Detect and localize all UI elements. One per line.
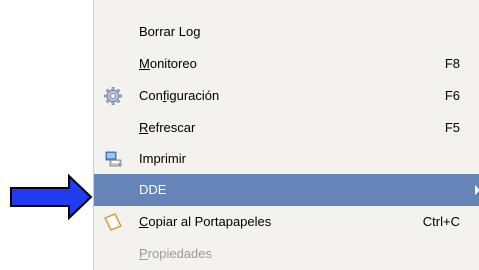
menu-item-configuracion[interactable]: Configuración F6 [94, 80, 479, 112]
menu-item-shortcut: F6 [444, 88, 460, 103]
gear-icon [104, 87, 122, 105]
printer-icon [105, 151, 122, 167]
menu-item-label: Configuración [139, 88, 220, 103]
menu-item-refrescar[interactable]: Refrescar F5 [94, 112, 479, 144]
menu-item-shortcut: Ctrl+C [422, 214, 460, 229]
menu-item-label: DDE [139, 182, 167, 197]
menu-item-label: Imprimir [139, 151, 186, 166]
menu-item-dde[interactable]: DDE [94, 174, 479, 206]
menu-item-label: Borrar Log [139, 24, 201, 39]
menu-item-copiar-portapapeles[interactable]: Copiar al Portapapeles Ctrl+C [94, 206, 479, 238]
menu-item-propiedades: Propiedades [94, 238, 479, 270]
context-menu: Borrar Log Monitoreo F8 Configuración F6… [93, 0, 479, 270]
clipboard-icon [104, 213, 122, 231]
menu-item-shortcut: F8 [444, 56, 460, 71]
menu-item-label: Monitoreo [139, 56, 197, 71]
menu-item-borrar-log[interactable]: Borrar Log [94, 16, 479, 48]
menu-item-monitoreo[interactable]: Monitoreo F8 [94, 48, 479, 80]
menu-item-label: Propiedades [139, 246, 212, 261]
submenu-arrow-icon [475, 185, 479, 195]
menu-item-label: Refrescar [139, 120, 196, 135]
menu-item-shortcut: F5 [444, 120, 460, 135]
menu-item-label: Copiar al Portapapeles [139, 214, 272, 229]
pointer-arrow-icon [10, 173, 93, 221]
menu-item-imprimir[interactable]: Imprimir [94, 143, 479, 175]
